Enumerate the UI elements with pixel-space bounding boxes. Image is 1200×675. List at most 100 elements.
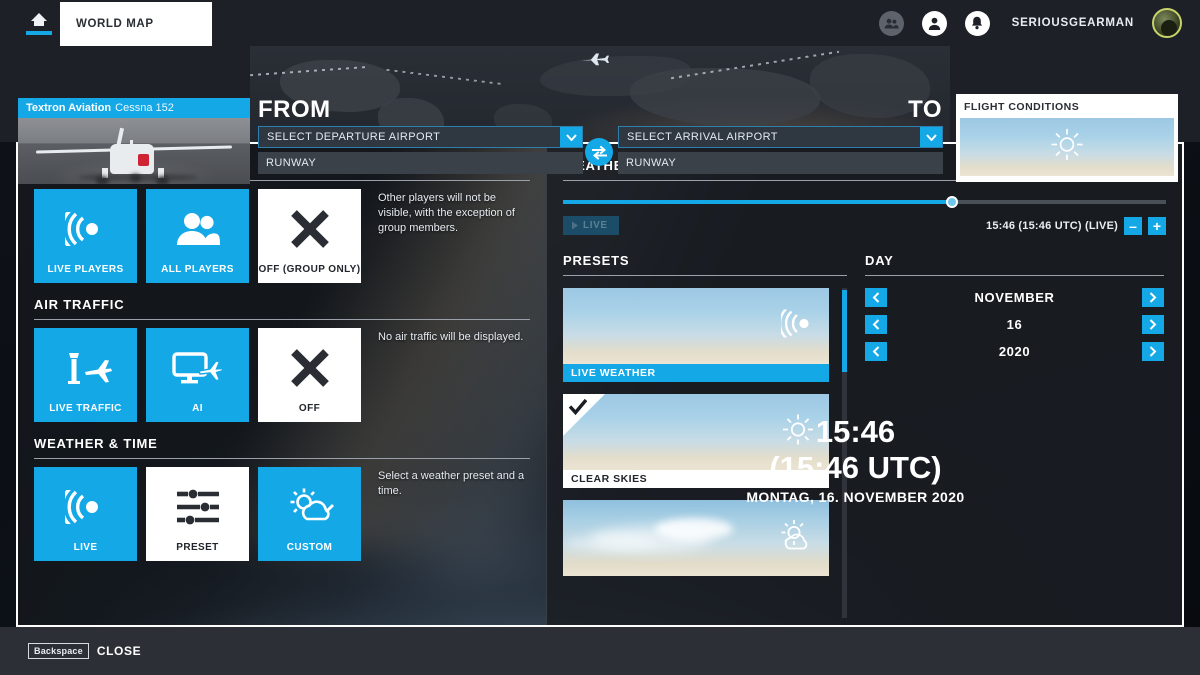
departure-runway-value: RUNWAY xyxy=(266,157,317,169)
notifications-bell-icon[interactable] xyxy=(964,10,990,36)
air-traffic-options: LIVE TRAFFIC AI OFF No air traffic will … xyxy=(34,320,530,422)
time-slider[interactable] xyxy=(563,196,1166,208)
flight-conditions-title: FLIGHT CONDITIONS xyxy=(964,101,1080,113)
live-signal-icon xyxy=(34,203,137,255)
chevron-down-icon[interactable] xyxy=(560,127,582,147)
to-label: TO xyxy=(908,96,942,123)
preset-thumbnail xyxy=(563,288,829,364)
close-key-hint[interactable]: Backspace CLOSE xyxy=(28,643,141,659)
option-live-traffic[interactable]: LIVE TRAFFIC xyxy=(34,328,137,422)
option-ai-traffic[interactable]: AI xyxy=(146,328,249,422)
departure-airport-select[interactable]: SELECT DEPARTURE AIRPORT xyxy=(258,126,583,148)
option-weather-live-label: LIVE xyxy=(73,542,98,553)
bottom-bar: Backspace CLOSE xyxy=(0,627,1200,675)
section-air-traffic-title: AIR TRAFFIC xyxy=(34,283,530,320)
aircraft-manufacturer: Textron Aviation xyxy=(26,102,112,114)
time-increment-button[interactable]: + xyxy=(1148,216,1166,235)
presets-scrollbar-thumb[interactable] xyxy=(842,290,847,372)
option-air-traffic-off[interactable]: OFF xyxy=(258,328,361,422)
chevron-down-icon[interactable] xyxy=(920,127,942,147)
clock-date-line: MONTAG, 16. NOVEMBER 2020 xyxy=(746,489,965,505)
home-active-underline xyxy=(26,30,52,35)
multiplayer-options: LIVE PLAYERS ALL PLAYERS OFF (GROUP ONLY… xyxy=(34,181,530,283)
option-weather-live[interactable]: LIVE xyxy=(34,467,137,561)
top-bar: WORLD MAP SERIOUSGEARMAN xyxy=(0,0,1200,46)
option-weather-preset[interactable]: PRESET xyxy=(146,467,249,561)
x-cross-icon xyxy=(258,342,361,394)
year-value: 2020 xyxy=(998,344,1031,359)
day-title: DAY xyxy=(865,253,1164,276)
arrival-runway-value: RUNWAY xyxy=(626,157,677,169)
x-cross-icon xyxy=(258,203,361,255)
option-weather-preset-label: PRESET xyxy=(176,542,219,553)
left-options-pane: MULTIPLAYER LIVE PLAYERS xyxy=(18,144,546,625)
arrival-runway-select[interactable]: RUNWAY xyxy=(618,152,943,174)
user-avatar[interactable] xyxy=(1152,8,1182,38)
key-cap-backspace: Backspace xyxy=(28,643,89,659)
time-slider-fill xyxy=(563,200,952,204)
sun-cloud-pencil-icon xyxy=(258,481,361,533)
day-next-button[interactable] xyxy=(1142,315,1164,334)
option-weather-custom[interactable]: CUSTOM xyxy=(258,467,361,561)
friends-icon[interactable] xyxy=(878,10,904,36)
option-live-players-label: LIVE PLAYERS xyxy=(47,264,124,275)
weather-time-options: LIVE PRESET CUSTOM Select a weather pres… xyxy=(34,459,530,561)
air-traffic-description: No air traffic will be displayed. xyxy=(378,331,524,343)
monitor-plane-icon xyxy=(146,342,249,394)
option-air-traffic-off-label: OFF xyxy=(298,403,321,414)
play-icon xyxy=(571,217,579,235)
year-prev-button[interactable] xyxy=(865,342,887,361)
section-air-traffic: AIR TRAFFIC LIVE TRAFFIC AI OFF No air t… xyxy=(18,283,546,422)
username-label: SERIOUSGEARMAN xyxy=(1011,17,1134,29)
time-readout: 15:46 (15:46 UTC) (LIVE) xyxy=(986,219,1118,232)
day-prev-button[interactable] xyxy=(865,315,887,334)
arrival-airport-select[interactable]: SELECT ARRIVAL AIRPORT xyxy=(618,126,943,148)
option-all-players[interactable]: ALL PLAYERS xyxy=(146,189,249,283)
selected-aircraft-card[interactable]: Textron Aviation Cessna 152 xyxy=(18,98,250,184)
flight-conditions-panel: FLIGHT CONDITIONS xyxy=(956,94,1178,182)
departure-airport-value: SELECT DEPARTURE AIRPORT xyxy=(267,131,441,143)
year-next-button[interactable] xyxy=(1142,342,1164,361)
sliders-icon xyxy=(146,481,249,533)
preset-card-live-weather[interactable]: LIVE WEATHER xyxy=(563,288,829,382)
top-bar-actions: SERIOUSGEARMAN xyxy=(878,0,1182,46)
option-all-players-label: ALL PLAYERS xyxy=(161,264,234,275)
route-plane-icon xyxy=(580,52,610,71)
day-value: 16 xyxy=(1006,317,1023,332)
time-readout-group: 15:46 (15:46 UTC) (LIVE) – + xyxy=(986,216,1166,235)
preset-card-few-clouds[interactable] xyxy=(563,500,829,576)
live-signal-icon xyxy=(34,481,137,533)
option-live-traffic-label: LIVE TRAFFIC xyxy=(49,403,122,414)
month-prev-button[interactable] xyxy=(865,288,887,307)
preset-card-name: LIVE WEATHER xyxy=(563,364,829,382)
home-button[interactable] xyxy=(25,6,53,40)
option-off-group-only-label: OFF (GROUP ONLY) xyxy=(258,264,361,275)
section-weather-time: WEATHER & TIME LIVE PRESET CUSTOM Select… xyxy=(18,422,546,561)
aircraft-title: Textron Aviation Cessna 152 xyxy=(18,98,250,118)
profile-icon[interactable] xyxy=(921,10,947,36)
day-selector-rows: NOVEMBER 16 2020 xyxy=(865,288,1164,361)
two-people-icon xyxy=(146,203,249,255)
option-ai-traffic-label: AI xyxy=(192,403,203,414)
preset-thumbnail xyxy=(563,500,829,576)
sun-cloud-icon xyxy=(777,519,815,558)
section-weather-time-title: WEATHER & TIME xyxy=(34,422,530,459)
month-value: NOVEMBER xyxy=(974,290,1055,305)
arrival-airport-value: SELECT ARRIVAL AIRPORT xyxy=(627,131,778,143)
month-next-button[interactable] xyxy=(1142,288,1164,307)
weather-time-description: Select a weather preset and a time. xyxy=(378,470,525,497)
clock-local-time: 15:46 xyxy=(815,414,896,449)
time-decrement-button[interactable]: – xyxy=(1124,216,1142,235)
time-slider-thumb[interactable] xyxy=(945,196,958,208)
from-label: FROM xyxy=(258,96,331,123)
option-weather-custom-label: CUSTOM xyxy=(286,542,333,553)
departure-runway-select[interactable]: RUNWAY xyxy=(258,152,583,174)
sun-icon xyxy=(1050,128,1084,167)
option-off-group-only[interactable]: OFF (GROUP ONLY) xyxy=(258,189,361,283)
swap-arrows-icon[interactable] xyxy=(585,138,613,166)
tab-world-map[interactable]: WORLD MAP xyxy=(60,2,212,46)
live-time-button[interactable]: LIVE xyxy=(563,216,619,235)
aircraft-thumbnail xyxy=(18,118,250,184)
option-live-players[interactable]: LIVE PLAYERS xyxy=(34,189,137,283)
live-time-button-label: LIVE xyxy=(583,220,608,231)
